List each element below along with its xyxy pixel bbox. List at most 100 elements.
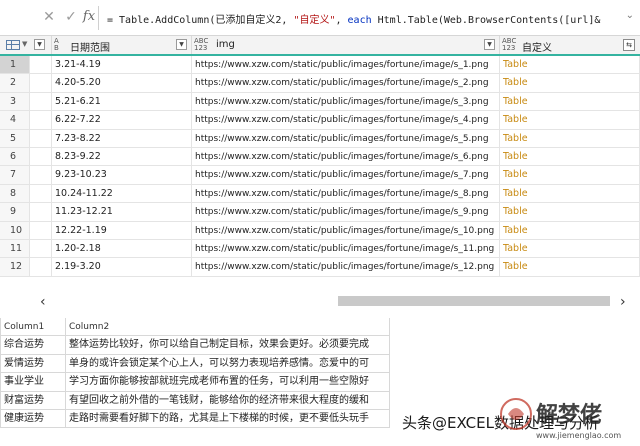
img-cell[interactable]: https://www.xzw.com/static/public/images… — [192, 74, 500, 93]
table-link[interactable]: Table — [500, 184, 640, 204]
table-link[interactable]: Table — [500, 111, 640, 130]
date-cell[interactable]: 12.22-1.19 — [52, 221, 192, 240]
preview-header-col1: Column1 — [0, 318, 66, 337]
check-icon[interactable]: ✓ — [62, 8, 80, 26]
fx-icon[interactable]: fx — [80, 8, 98, 26]
preview-header-col2: Column2 — [66, 318, 390, 337]
table-row[interactable]: 6 8.23-9.22 https://www.xzw.com/static/p… — [0, 148, 640, 167]
img-cell[interactable]: https://www.xzw.com/static/public/images… — [192, 92, 500, 112]
blank-cell — [30, 148, 52, 167]
table-link[interactable]: Table — [500, 221, 640, 240]
img-cell[interactable]: https://www.xzw.com/static/public/images… — [192, 129, 500, 148]
close-icon[interactable]: ✕ — [40, 8, 58, 26]
chevron-down-icon[interactable]: ▼ — [484, 39, 495, 50]
row-index[interactable]: 2 — [0, 74, 30, 93]
formula-input[interactable]: = Table.AddColumn(已添加自定义2, "自定义", each H… — [107, 11, 607, 26]
chevron-down-icon[interactable]: ▼ — [176, 39, 187, 50]
table-link[interactable]: Table — [500, 129, 640, 148]
column-name-img: img — [216, 39, 235, 50]
img-cell[interactable]: https://www.xzw.com/static/public/images… — [192, 111, 500, 130]
list-item: 爱情运势 单身的或许会锁定某个心上人，可以努力表现培养感情。恋爱中的可 — [0, 354, 390, 374]
date-cell[interactable]: 6.22-7.22 — [52, 111, 192, 130]
scroll-left-icon[interactable]: ‹ — [40, 294, 46, 310]
row-index[interactable]: 8 — [0, 184, 30, 204]
formula-suffix: Html.Table(Web.BrowserContents([url]& — [371, 15, 601, 26]
table-link[interactable]: Table — [500, 74, 640, 93]
img-cell[interactable]: https://www.xzw.com/static/public/images… — [192, 221, 500, 240]
date-cell[interactable]: 1.20-2.18 — [52, 240, 192, 259]
scrollbar-thumb[interactable] — [338, 296, 610, 306]
column-header-row: ▼ ▼ AB 日期范围 ▼ ABC 123 img ▼ ABC 123 自定义 ⇆ — [0, 36, 640, 56]
table-row[interactable]: 9 11.23-12.21 https://www.xzw.com/static… — [0, 203, 640, 222]
row-index[interactable]: 4 — [0, 111, 30, 130]
row-index[interactable]: 5 — [0, 129, 30, 148]
row-index[interactable]: 1 — [0, 56, 30, 75]
column-header-custom[interactable]: ABC 123 自定义 ⇆ — [500, 36, 640, 54]
formula-keyword: each — [347, 15, 372, 26]
img-cell[interactable]: https://www.xzw.com/static/public/images… — [192, 203, 500, 222]
any-type-icon[interactable]: ABC 123 — [502, 38, 516, 52]
table-row[interactable]: 11 1.20-2.18 https://www.xzw.com/static/… — [0, 240, 640, 259]
list-item: 财富运势 有望回收之前外借的一笔钱财，能够给你的经济带来很大程度的缓和 — [0, 391, 390, 410]
table-link[interactable]: Table — [500, 148, 640, 167]
blank-cell — [30, 184, 52, 204]
date-cell[interactable]: 11.23-12.21 — [52, 203, 192, 222]
img-cell[interactable]: https://www.xzw.com/static/public/images… — [192, 184, 500, 204]
row-index[interactable]: 6 — [0, 148, 30, 167]
table-icon[interactable] — [6, 40, 20, 50]
table-row[interactable]: 5 7.23-8.22 https://www.xzw.com/static/p… — [0, 129, 640, 148]
date-cell[interactable]: 4.20-5.20 — [52, 74, 192, 93]
row-index[interactable]: 12 — [0, 258, 30, 277]
img-cell[interactable]: https://www.xzw.com/static/public/images… — [192, 56, 500, 75]
column-header-date[interactable]: AB 日期范围 ▼ — [52, 36, 192, 54]
column-name-date: 日期范围 — [70, 43, 110, 54]
row-index[interactable]: 3 — [0, 92, 30, 112]
date-cell[interactable]: 7.23-8.22 — [52, 129, 192, 148]
column-header-img[interactable]: ABC 123 img ▼ — [192, 36, 500, 54]
date-cell[interactable]: 3.21-4.19 — [52, 56, 192, 75]
row-index[interactable]: 7 — [0, 166, 30, 185]
img-cell[interactable]: https://www.xzw.com/static/public/images… — [192, 166, 500, 185]
table-link[interactable]: Table — [500, 240, 640, 259]
table-link[interactable]: Table — [500, 56, 640, 75]
expand-column-icon[interactable]: ⇆ — [623, 39, 635, 51]
table-link[interactable]: Table — [500, 92, 640, 112]
formula-prefix: = Table.AddColumn(已添加自定义2, — [107, 15, 294, 26]
blank-cell — [30, 56, 52, 75]
table-row[interactable]: 7 9.23-10.23 https://www.xzw.com/static/… — [0, 166, 640, 185]
table-link[interactable]: Table — [500, 166, 640, 185]
img-cell[interactable]: https://www.xzw.com/static/public/images… — [192, 258, 500, 277]
img-cell[interactable]: https://www.xzw.com/static/public/images… — [192, 240, 500, 259]
table-row[interactable]: 3 5.21-6.21 https://www.xzw.com/static/p… — [0, 92, 640, 112]
blank-cell — [30, 111, 52, 130]
chevron-down-icon[interactable]: ▼ — [34, 39, 45, 50]
date-cell[interactable]: 2.19-3.20 — [52, 258, 192, 277]
blank-cell — [30, 221, 52, 240]
table-row[interactable]: 10 12.22-1.19 https://www.xzw.com/static… — [0, 221, 640, 240]
img-cell[interactable]: https://www.xzw.com/static/public/images… — [192, 148, 500, 167]
list-item: 事业学业 学习方面你能够按部就班完成老师布置的任务，可以利用一些空隙好 — [0, 373, 390, 392]
table-row[interactable]: 12 2.19-3.20 https://www.xzw.com/static/… — [0, 258, 640, 277]
table-row[interactable]: 2 4.20-5.20 https://www.xzw.com/static/p… — [0, 74, 640, 93]
table-row[interactable]: 4 6.22-7.22 https://www.xzw.com/static/p… — [0, 111, 640, 130]
row-index[interactable]: 9 — [0, 203, 30, 222]
date-cell[interactable]: 9.23-10.23 — [52, 166, 192, 185]
preview-category: 财富运势 — [0, 391, 66, 410]
horizontal-scrollbar[interactable]: ‹ › — [0, 290, 640, 314]
row-index[interactable]: 11 — [0, 240, 30, 259]
table-link[interactable]: Table — [500, 258, 640, 277]
chevron-down-icon[interactable]: ⌄ — [626, 10, 634, 21]
scroll-right-icon[interactable]: › — [620, 294, 626, 310]
date-cell[interactable]: 8.23-9.22 — [52, 148, 192, 167]
any-type-icon[interactable]: ABC 123 — [194, 38, 208, 52]
preview-category: 事业学业 — [0, 373, 66, 392]
table-row[interactable]: 8 10.24-11.22 https://www.xzw.com/static… — [0, 184, 640, 204]
date-cell[interactable]: 10.24-11.22 — [52, 184, 192, 204]
spacer: ▼ — [30, 36, 52, 54]
table-row[interactable]: 1 3.21-4.19 https://www.xzw.com/static/p… — [0, 56, 640, 75]
row-index[interactable]: 10 — [0, 221, 30, 240]
date-cell[interactable]: 5.21-6.21 — [52, 92, 192, 112]
text-type-icon[interactable]: AB — [54, 38, 59, 52]
caret-down-icon[interactable]: ▼ — [22, 40, 27, 48]
table-link[interactable]: Table — [500, 203, 640, 222]
